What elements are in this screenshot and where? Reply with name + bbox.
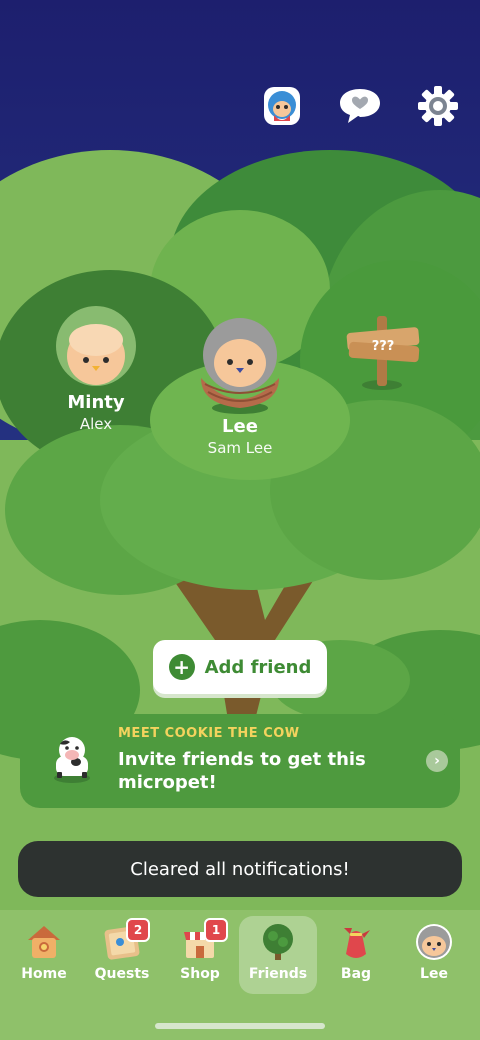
promo-message: Invite friends to get this micropet! [118, 749, 366, 793]
tab-friends[interactable]: Friends [239, 916, 317, 994]
gear-icon[interactable] [416, 84, 460, 128]
pet-name: Lee [222, 416, 258, 437]
quests-badge: 2 [126, 918, 150, 942]
bottom-tab-bar: Home 2 Quests 1 Shop Friends Bag Lee [0, 910, 480, 1040]
tab-label: Friends [248, 966, 308, 982]
plus-icon: + [168, 654, 195, 680]
tab-quests[interactable]: 2 Quests [83, 916, 161, 994]
tab-label: Shop [180, 966, 220, 982]
friend-avatar-icon[interactable] [260, 84, 304, 128]
pet-name: Minty [67, 392, 125, 413]
add-friend-label: Add friend [204, 656, 312, 678]
promo-eyebrow: MEET COOKIE THE COW [118, 726, 300, 741]
tab-label: Lee [420, 966, 448, 982]
tab-label: Quests [94, 966, 150, 982]
pet-card-lee[interactable]: Lee Sam Lee [190, 416, 290, 457]
toast-notification: Cleared all notifications! [18, 841, 462, 897]
bag-icon [334, 920, 378, 964]
tab-shop[interactable]: 1 Shop [161, 916, 239, 994]
tree-icon [256, 920, 300, 964]
pet-card-minty[interactable]: Minty Alex [46, 392, 146, 433]
home-indicator[interactable] [155, 1023, 325, 1029]
shop-icon: 1 [178, 918, 228, 964]
bird-avatar-icon [412, 920, 456, 964]
add-friend-button[interactable]: + Add friend [153, 640, 327, 694]
pet-owner: Sam Lee [207, 439, 273, 457]
quest-map-icon: 2 [100, 918, 150, 964]
tab-label: Bag [340, 966, 372, 982]
tab-bag[interactable]: Bag [317, 916, 395, 994]
chevron-right-icon[interactable]: › [426, 750, 448, 772]
pet-owner: Alex [79, 415, 113, 433]
heart-bubble-icon[interactable] [338, 84, 382, 128]
toast-text: Cleared all notifications! [130, 858, 350, 880]
tab-profile-lee[interactable]: Lee [395, 916, 473, 994]
birdhouse-icon [22, 920, 66, 964]
tab-label: Home [21, 966, 67, 982]
cow-icon [54, 737, 90, 783]
signpost-label: ??? [372, 339, 395, 354]
shop-badge: 1 [204, 918, 228, 942]
promo-banner[interactable]: MEET COOKIE THE COW Invite friends to ge… [20, 714, 460, 808]
minty-pet[interactable] [56, 306, 136, 386]
tab-home[interactable]: Home [5, 916, 83, 994]
top-actions [260, 84, 460, 128]
